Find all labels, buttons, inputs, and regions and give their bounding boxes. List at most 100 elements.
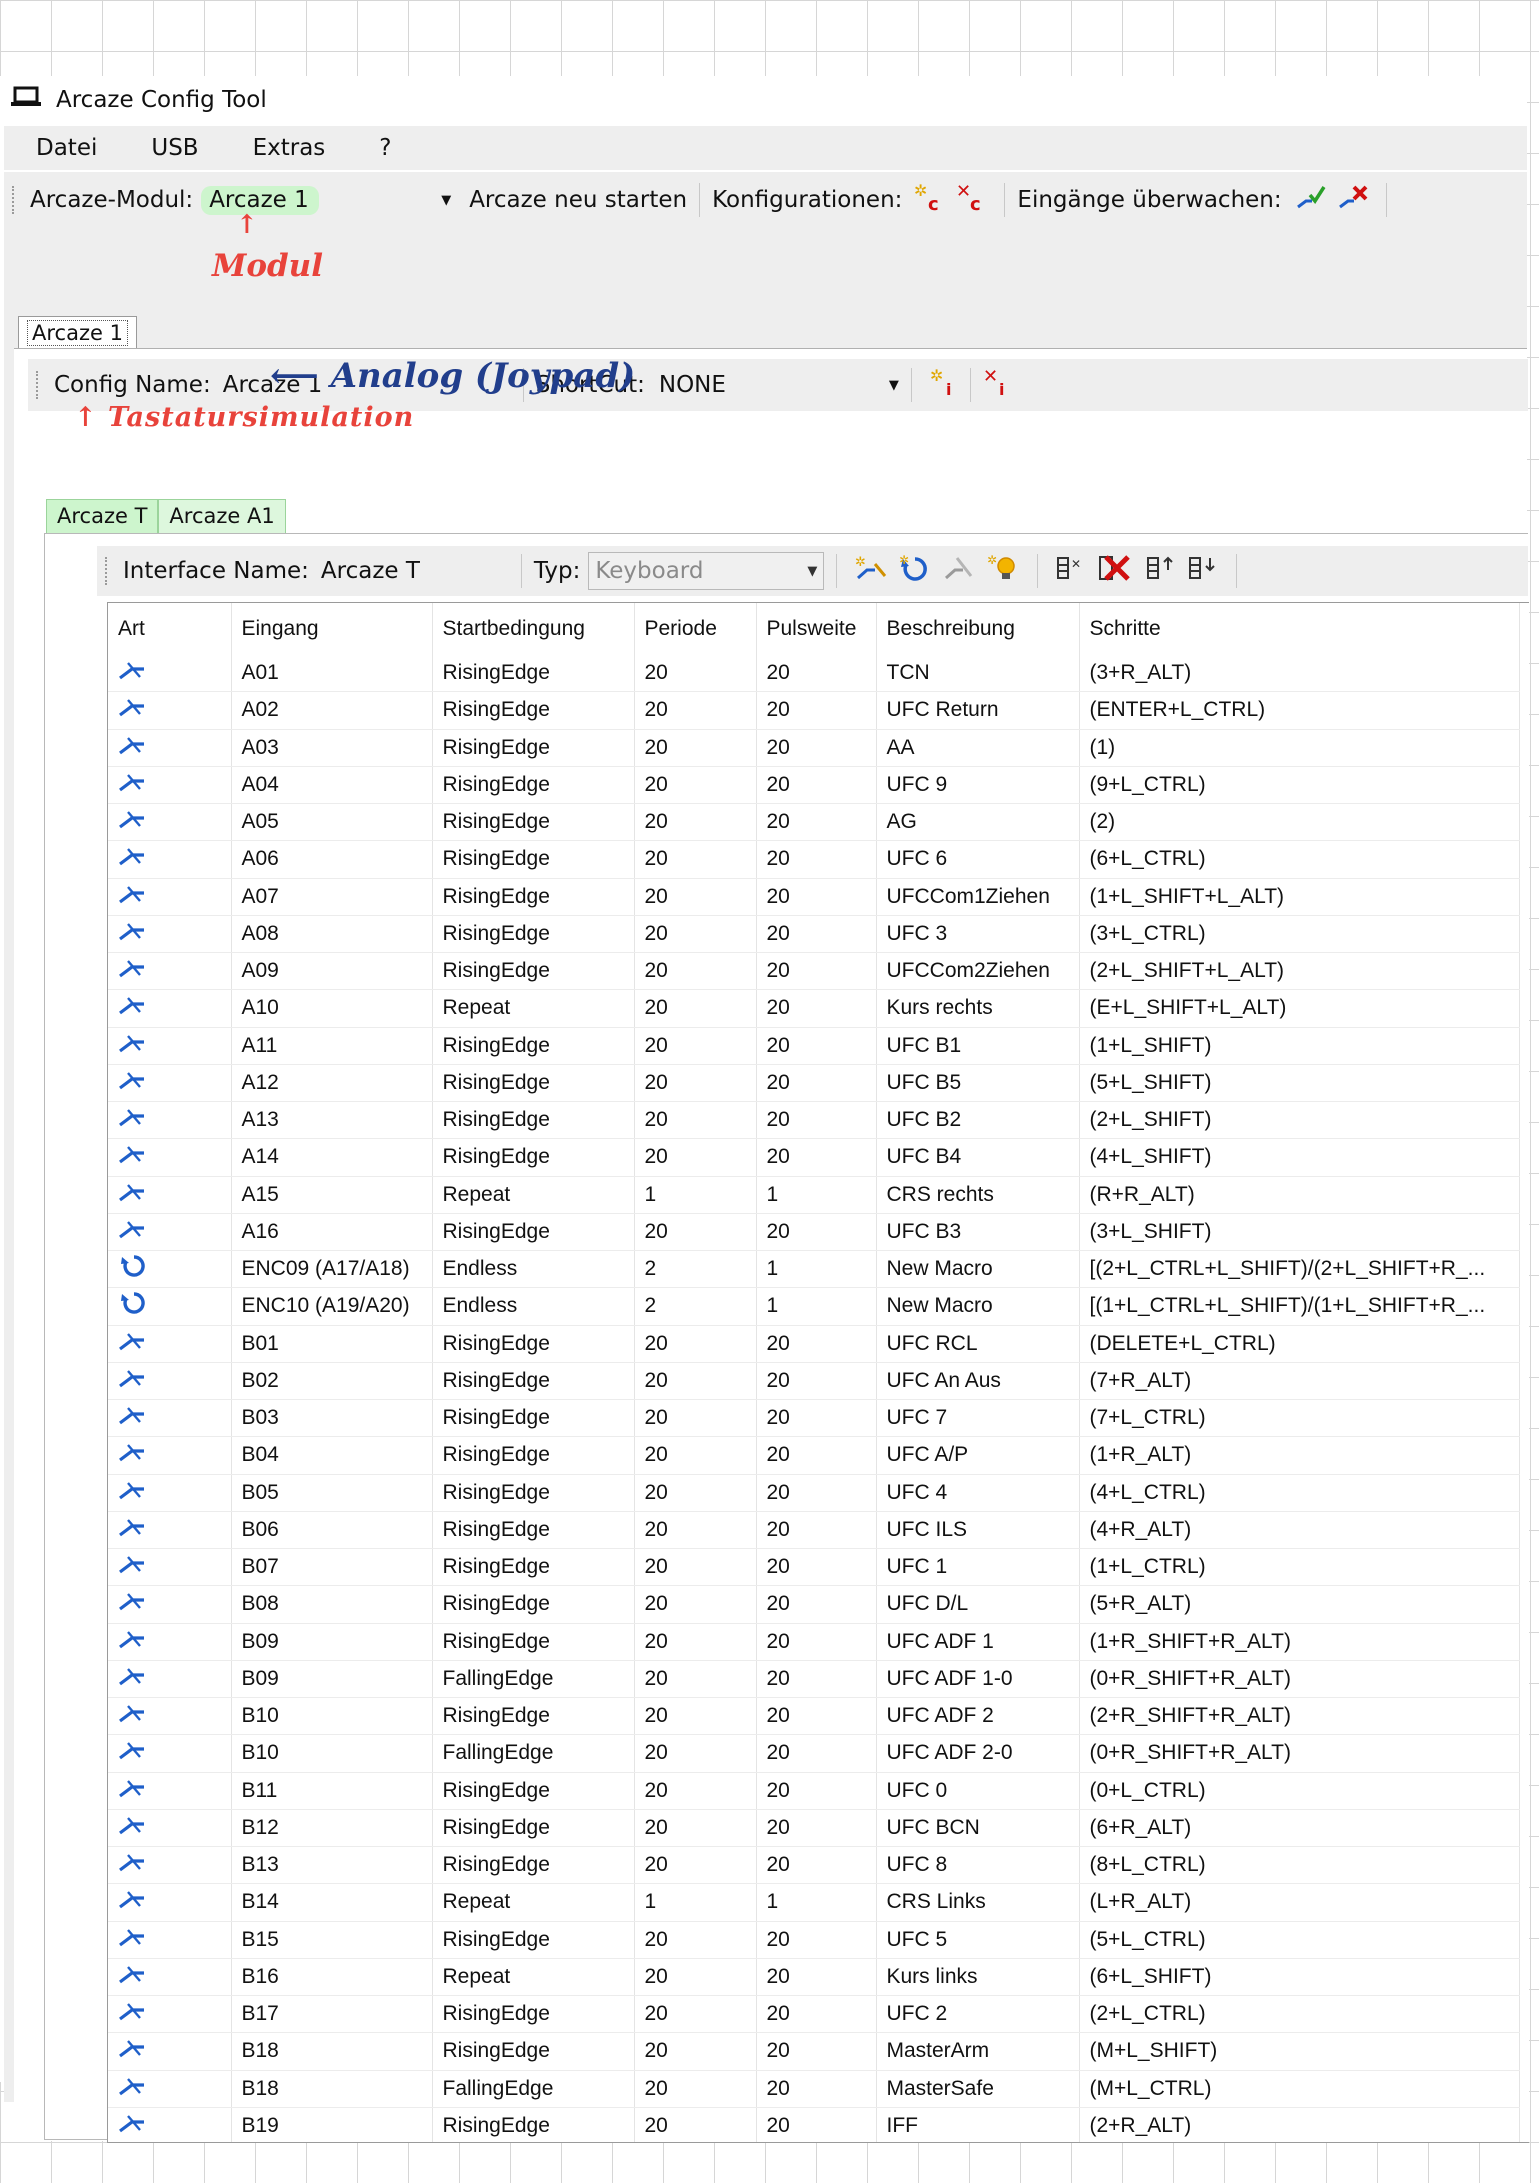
cell-beschreibung[interactable]: UFC B1	[876, 1027, 1080, 1065]
cell-pulsweite[interactable]: 20	[756, 1548, 877, 1587]
cell-pulsweite[interactable]: 20	[756, 1138, 877, 1177]
toolbar-grip[interactable]	[12, 186, 18, 214]
cell-eingang[interactable]: B17	[231, 1995, 433, 2034]
cell-beschreibung[interactable]: AA	[876, 729, 1080, 767]
cell-pulsweite[interactable]: 20	[756, 1399, 877, 1438]
cell-beschreibung[interactable]: UFC 3	[876, 915, 1080, 954]
table-row[interactable]: A10 Repeat 20 20 Kurs rechts (E+L_SHIFT+L_ALT…	[108, 989, 1520, 1028]
cell-pulsweite[interactable]: 20	[756, 878, 877, 916]
cell-schritte[interactable]: (0+R_SHIFT+R_ALT)	[1079, 1660, 1520, 1699]
cell-periode[interactable]: 20	[634, 1474, 757, 1512]
table-row[interactable]: B10 FallingEdge 20 20 UFC ADF 2-0 (0+R_SHIFT+…	[108, 1734, 1520, 1773]
cell-schritte[interactable]: (5+L_CTRL)	[1079, 1921, 1520, 1959]
cell-schritte[interactable]: (4+L_SHIFT)	[1079, 1138, 1520, 1177]
cell-startbedingung[interactable]: RisingEdge	[432, 1474, 635, 1512]
cell-beschreibung[interactable]: UFC B5	[876, 1064, 1080, 1103]
table-row[interactable]: B14 Repeat 1 1 CRS Links (L+R_ALT)	[108, 1883, 1520, 1922]
cell-pulsweite[interactable]: 20	[756, 1660, 877, 1699]
cell-beschreibung[interactable]: UFC 1	[876, 1548, 1080, 1587]
cell-eingang[interactable]: B01	[231, 1325, 433, 1363]
cell-periode[interactable]: 20	[634, 2070, 757, 2108]
cell-schritte[interactable]: (7+L_CTRL)	[1079, 1399, 1520, 1438]
tab-arcaze-a1[interactable]: Arcaze A1	[158, 499, 286, 534]
cell-startbedingung[interactable]: RisingEdge	[432, 840, 635, 879]
cell-periode[interactable]: 20	[634, 915, 757, 954]
cell-eingang[interactable]: B07	[231, 1548, 433, 1587]
cell-periode[interactable]: 1	[634, 1883, 757, 1922]
cell-startbedingung[interactable]: RisingEdge	[432, 1213, 635, 1252]
cell-schritte[interactable]: (6+L_SHIFT)	[1079, 1958, 1520, 1997]
cell-schritte[interactable]: (0+L_CTRL)	[1079, 1772, 1520, 1810]
cell-periode[interactable]: 20	[634, 1921, 757, 1959]
table-row[interactable]: A02 RisingEdge 20 20 UFC Return (ENTER+L_CTRL…	[108, 691, 1520, 730]
cell-eingang[interactable]: A11	[231, 1027, 433, 1065]
cell-periode[interactable]: 20	[634, 1995, 757, 2034]
cell-pulsweite[interactable]: 20	[756, 1809, 877, 1848]
cell-startbedingung[interactable]: RisingEdge	[432, 655, 635, 693]
col-beschreibung[interactable]: Beschreibung	[876, 603, 1080, 655]
start-monitor-icon[interactable]	[1296, 183, 1326, 217]
table-row[interactable]: B18 RisingEdge 20 20 MasterArm (M+L_SHIFT)	[108, 2032, 1520, 2071]
cell-beschreibung[interactable]: UFC B2	[876, 1101, 1080, 1140]
cell-schritte[interactable]: (M+L_CTRL)	[1079, 2070, 1520, 2108]
cell-pulsweite[interactable]: 20	[756, 1101, 877, 1140]
table-row[interactable]: A16 RisingEdge 20 20 UFC B3 (3+L_SHIFT)	[108, 1213, 1520, 1252]
cell-pulsweite[interactable]: 20	[756, 2070, 877, 2108]
cell-periode[interactable]: 20	[634, 1213, 757, 1252]
cell-schritte[interactable]: (6+R_ALT)	[1079, 1809, 1520, 1848]
table-row[interactable]: B13 RisingEdge 20 20 UFC 8 (8+L_CTRL)	[108, 1846, 1520, 1885]
table-row[interactable]: B10 RisingEdge 20 20 UFC ADF 2 (2+R_SHIFT+R_A…	[108, 1697, 1520, 1736]
tab-arcaze-t[interactable]: Arcaze T	[46, 499, 159, 534]
cell-schritte[interactable]: (ENTER+L_CTRL)	[1079, 691, 1520, 730]
table-row[interactable]: A09 RisingEdge 20 20 UFCCom2Ziehen (2+L_SHIFT…	[108, 952, 1520, 991]
cell-beschreibung[interactable]: CRS Links	[876, 1883, 1080, 1922]
cell-beschreibung[interactable]: UFC 6	[876, 840, 1080, 879]
table-row[interactable]: ENC10 (A19/A20) Endless 2 1 New Macro [(1+L_C…	[108, 1287, 1520, 1326]
cell-startbedingung[interactable]: RisingEdge	[432, 1511, 635, 1550]
cell-pulsweite[interactable]: 20	[756, 1846, 877, 1885]
cell-schritte[interactable]: [(2+L_CTRL+L_SHIFT)/(2+L_SHIFT+R_...	[1079, 1250, 1520, 1289]
cell-periode[interactable]: 20	[634, 1660, 757, 1699]
table-row[interactable]: B03 RisingEdge 20 20 UFC 7 (7+L_CTRL)	[108, 1399, 1520, 1438]
cell-periode[interactable]: 20	[634, 1027, 757, 1065]
cell-eingang[interactable]: B19	[231, 2107, 433, 2142]
cell-startbedingung[interactable]: RisingEdge	[432, 1585, 635, 1624]
cell-schritte[interactable]: (7+R_ALT)	[1079, 1362, 1520, 1401]
cell-startbedingung[interactable]: RisingEdge	[432, 803, 635, 842]
cell-schritte[interactable]: (L+R_ALT)	[1079, 1883, 1520, 1922]
table-row[interactable]: B17 RisingEdge 20 20 UFC 2 (2+L_CTRL)	[108, 1995, 1520, 2034]
table-row[interactable]: B09 RisingEdge 20 20 UFC ADF 1 (1+R_SHIFT+R_A…	[108, 1623, 1520, 1661]
cell-startbedingung[interactable]: RisingEdge	[432, 1101, 635, 1140]
cell-schritte[interactable]: (3+R_ALT)	[1079, 655, 1520, 693]
cell-pulsweite[interactable]: 20	[756, 1585, 877, 1624]
cell-beschreibung[interactable]: UFC ADF 2-0	[876, 1734, 1080, 1773]
cell-pulsweite[interactable]: 20	[756, 1995, 877, 2034]
cell-periode[interactable]: 20	[634, 1697, 757, 1736]
cell-beschreibung[interactable]: UFCCom1Ziehen	[876, 878, 1080, 916]
tab-module-arcaze-1[interactable]: Arcaze 1	[18, 316, 137, 350]
cell-schritte[interactable]: (2)	[1079, 803, 1520, 842]
toolbar-grip[interactable]	[36, 371, 42, 399]
cell-eingang[interactable]: A02	[231, 691, 433, 730]
cell-eingang[interactable]: B12	[231, 1809, 433, 1848]
cell-periode[interactable]: 20	[634, 1958, 757, 1997]
cell-pulsweite[interactable]: 20	[756, 1436, 877, 1475]
new-interface-icon[interactable]: ✲ i	[930, 366, 958, 403]
cell-eingang[interactable]: B08	[231, 1585, 433, 1624]
cell-periode[interactable]: 2	[634, 1287, 757, 1326]
cell-pulsweite[interactable]: 1	[756, 1883, 877, 1922]
cell-schritte[interactable]: (R+R_ALT)	[1079, 1176, 1520, 1214]
table-row[interactable]: A12 RisingEdge 20 20 UFC B5 (5+L_SHIFT)	[108, 1064, 1520, 1103]
cell-eingang[interactable]: B16	[231, 1958, 433, 1997]
cell-pulsweite[interactable]: 20	[756, 1921, 877, 1959]
cell-schritte[interactable]: (0+R_SHIFT+R_ALT)	[1079, 1734, 1520, 1773]
cell-startbedingung[interactable]: RisingEdge	[432, 1548, 635, 1587]
new-config-icon[interactable]: ✲ c	[914, 181, 944, 218]
cell-periode[interactable]: 20	[634, 1101, 757, 1140]
cell-pulsweite[interactable]: 20	[756, 2032, 877, 2071]
cell-schritte[interactable]: (1)	[1079, 729, 1520, 767]
cell-startbedingung[interactable]: Repeat	[432, 1883, 635, 1922]
cell-periode[interactable]: 20	[634, 1399, 757, 1438]
table-row[interactable]: A04 RisingEdge 20 20 UFC 9 (9+L_CTRL)	[108, 766, 1520, 805]
cell-startbedingung[interactable]: RisingEdge	[432, 1921, 635, 1959]
